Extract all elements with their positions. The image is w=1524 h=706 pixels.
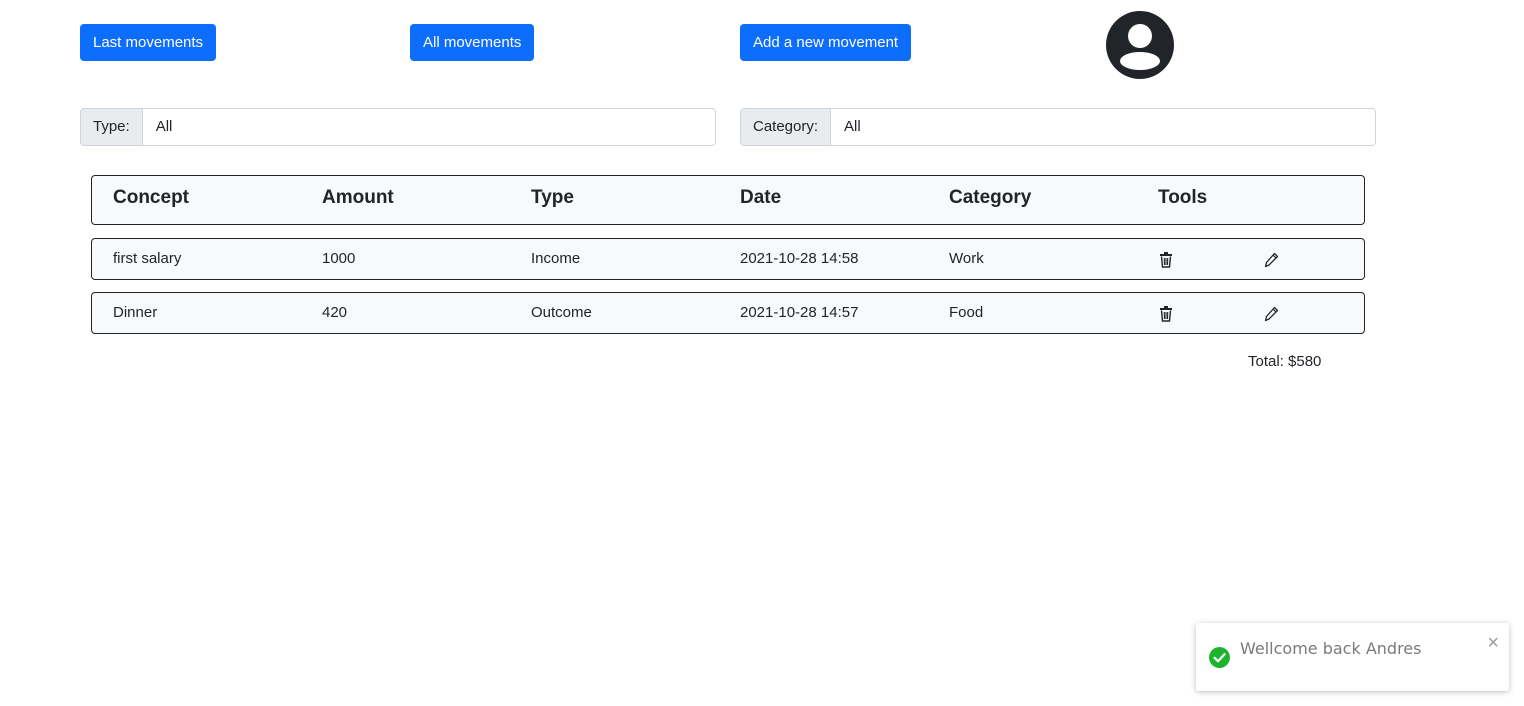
row-amount: 1000 (322, 250, 356, 267)
type-filter[interactable]: Type: All (80, 108, 716, 146)
header-date: Date (740, 187, 782, 208)
table-row: first salary 1000 Income 2021-10-28 14:5… (91, 238, 1365, 280)
row-concept: first salary (113, 250, 182, 267)
pencil-icon[interactable] (1264, 306, 1279, 322)
welcome-toast: Wellcome back Andres × (1196, 623, 1509, 691)
row-category: Food (949, 304, 984, 321)
total-amount: Total: $580 (1248, 353, 1322, 370)
type-filter-label: Type: (81, 109, 143, 145)
close-icon[interactable]: × (1487, 633, 1499, 653)
table-header: Concept Amount Type Date Category Tools (91, 175, 1365, 225)
pencil-icon[interactable] (1264, 252, 1279, 268)
row-concept: Dinner (113, 304, 158, 321)
trash-icon[interactable] (1159, 306, 1173, 322)
header-amount: Amount (322, 187, 394, 208)
row-date: 2021-10-28 14:58 (740, 250, 859, 267)
row-date: 2021-10-28 14:57 (740, 304, 859, 321)
check-circle-icon (1209, 647, 1230, 668)
category-filter-select[interactable]: All (831, 109, 1375, 145)
row-amount: 420 (322, 304, 348, 321)
header-tools: Tools (1158, 187, 1208, 208)
trash-icon[interactable] (1159, 252, 1173, 268)
table-row: Dinner 420 Outcome 2021-10-28 14:57 Food (91, 292, 1365, 334)
header-category: Category (949, 187, 1032, 208)
last-movements-button[interactable]: Last movements (80, 24, 217, 61)
category-filter[interactable]: Category: All (740, 108, 1376, 146)
header-type: Type (531, 187, 574, 208)
type-filter-select[interactable]: All (142, 109, 715, 145)
row-category: Work (949, 250, 984, 267)
all-movements-button[interactable]: All movements (410, 24, 535, 61)
row-type: Outcome (531, 304, 592, 321)
user-avatar-icon[interactable] (1106, 11, 1174, 79)
toast-message: Wellcome back Andres (1240, 639, 1422, 658)
header-concept: Concept (113, 187, 189, 208)
category-filter-label: Category: (741, 109, 832, 145)
add-movement-button[interactable]: Add a new movement (740, 24, 912, 61)
row-type: Income (531, 250, 581, 267)
